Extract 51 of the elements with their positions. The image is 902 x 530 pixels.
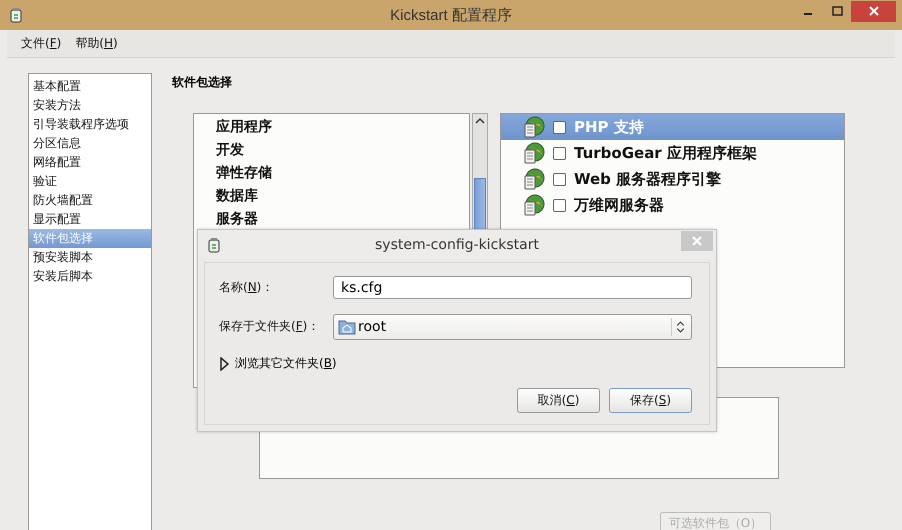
folder-value: root <box>358 318 388 334</box>
menu-item[interactable]: 帮助(H) <box>69 32 124 55</box>
sidebar-item[interactable]: 引导装载程序选项 <box>29 115 151 134</box>
close-button[interactable] <box>851 0 896 22</box>
menu-item[interactable]: 文件(F) <box>15 32 68 55</box>
sidebar-item[interactable]: 安装方法 <box>29 96 151 115</box>
group-item[interactable]: 弹性存储 <box>216 162 469 185</box>
package-label: Web 服务器程序引擎 <box>574 170 722 188</box>
dialog-app-icon <box>208 236 220 252</box>
home-folder-icon <box>338 318 356 334</box>
sidebar-item[interactable]: 验证 <box>29 172 151 191</box>
globe-document-icon <box>523 194 545 216</box>
group-item[interactable]: 数据库 <box>216 185 469 208</box>
name-field[interactable]: ks.cfg <box>333 276 692 299</box>
checkbox[interactable] <box>553 146 566 160</box>
group-item[interactable]: 开发 <box>216 139 469 162</box>
globe-document-icon <box>523 116 545 138</box>
sidebar-item[interactable]: 防火墙配置 <box>29 191 151 210</box>
checkbox[interactable] <box>553 120 566 134</box>
package-row[interactable]: Web 服务器程序引擎 <box>501 166 844 192</box>
dialog-button[interactable]: 保存(S) <box>609 388 692 413</box>
package-label: 万维网服务器 <box>574 196 664 214</box>
browse-folders-expander[interactable]: 浏览其它文件夹(B) <box>235 355 337 372</box>
folder-dropdown[interactable]: root <box>333 314 692 340</box>
sidebar-item[interactable]: 显示配置 <box>29 210 151 229</box>
expander-arrow-icon[interactable] <box>219 356 229 370</box>
sidebar-item[interactable]: 基本配置 <box>29 77 151 96</box>
up-down-caret-icon <box>671 318 687 336</box>
sidebar-item[interactable]: 分区信息 <box>29 134 151 153</box>
package-label: PHP 支持 <box>574 118 644 136</box>
dialog-title: system-config-kickstart <box>375 236 539 252</box>
globe-document-icon <box>523 142 545 164</box>
dialog-button[interactable]: 取消(C) <box>517 388 600 413</box>
section-heading: 软件包选择 <box>172 74 232 91</box>
globe-document-icon <box>523 168 545 190</box>
field-label: 保存于文件夹(F)： <box>219 318 320 335</box>
sidebar-item[interactable]: 安装后脚本 <box>29 267 151 286</box>
field-label: 名称(N)： <box>219 279 274 296</box>
maximize-icon[interactable] <box>832 6 842 16</box>
window-title: Kickstart 配置程序 <box>390 6 512 24</box>
package-row[interactable]: 万维网服务器 <box>501 192 844 218</box>
app-icon <box>10 7 22 23</box>
sidebar-item[interactable]: 预安装脚本 <box>29 248 151 267</box>
close-icon[interactable] <box>868 6 878 16</box>
package-label: TurboGear 应用程序框架 <box>574 144 757 162</box>
sidebar-item[interactable]: 网络配置 <box>29 153 151 172</box>
checkbox[interactable] <box>553 172 566 186</box>
group-item[interactable]: 应用程序 <box>216 116 469 139</box>
checkbox[interactable] <box>553 198 566 212</box>
group-item[interactable]: 服务器 <box>216 208 469 231</box>
package-row[interactable]: TurboGear 应用程序框架 <box>501 140 844 166</box>
